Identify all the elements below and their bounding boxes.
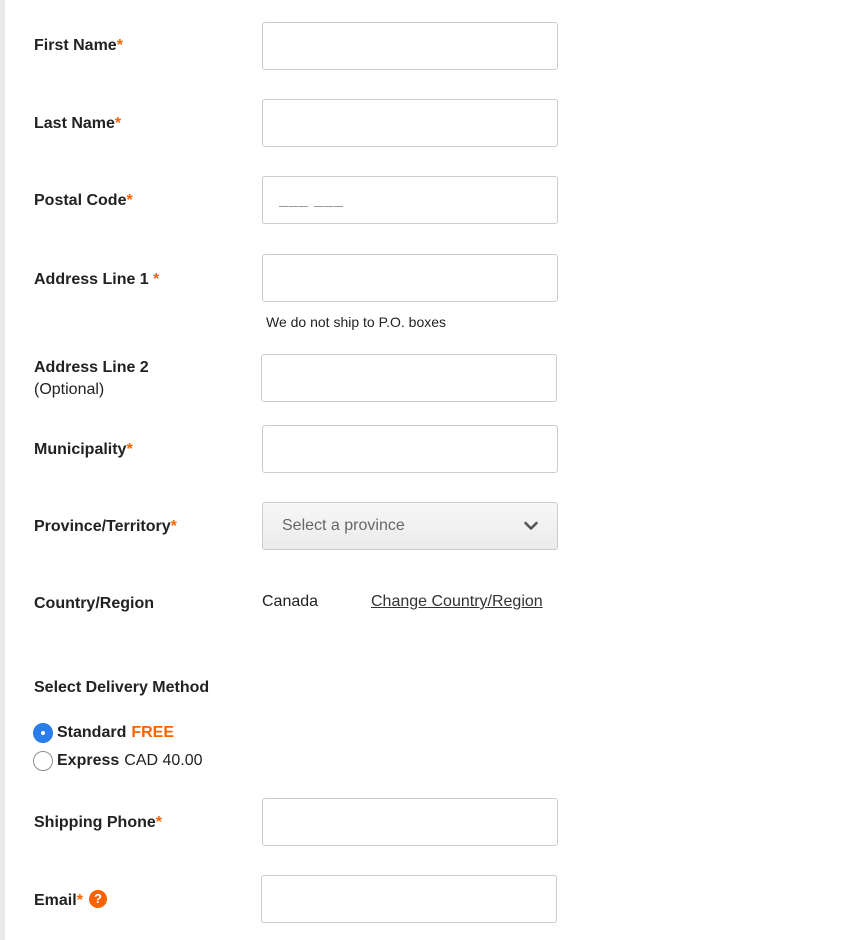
municipality-input[interactable] [262,425,558,473]
address-line-2-label: Address Line 2 (Optional) [34,359,149,398]
shipping-phone-label: Shipping Phone* [34,814,162,831]
municipality-label: Municipality* [34,441,133,458]
option-price: FREE [131,724,175,741]
address-line-1-label: Address Line 1 * [34,271,160,288]
email-input[interactable] [261,875,557,923]
address-line-1-input[interactable] [262,254,558,302]
radio-unselected-icon[interactable] [33,751,53,771]
option-name: Standard [57,724,127,741]
shipping-phone-input[interactable] [262,798,558,846]
shipping-address-form: First Name* Last Name* Postal Code* Addr… [0,0,846,940]
option-price: CAD 40.00 [124,752,203,769]
province-label: Province/Territory* [34,518,177,535]
first-name-input[interactable] [262,22,558,70]
required-asterisk: * [153,271,160,288]
delivery-option-express[interactable]: Express CAD 40.00 [33,751,203,771]
delivery-option-standard[interactable]: Standard FREE [33,723,174,743]
help-icon[interactable]: ? [88,890,107,908]
radio-selected-icon[interactable] [33,723,53,743]
delivery-method-title: Select Delivery Method [34,679,210,696]
last-name-label: Last Name* [34,115,122,132]
country-label: Country/Region [34,595,154,612]
change-country-link[interactable]: Change Country/Region [371,592,543,612]
province-select-value: Select a province [282,517,405,534]
province-select[interactable]: Select a province [262,502,558,550]
email-label: Email*? [34,890,107,911]
chevron-down-icon [524,521,538,530]
option-name: Express [57,752,120,769]
required-asterisk: * [116,37,123,54]
required-asterisk: * [170,518,177,535]
address-line-2-input[interactable] [261,354,557,402]
required-asterisk: * [155,814,162,831]
po-box-notice: We do not ship to P.O. boxes [266,314,447,330]
required-asterisk: * [76,892,83,909]
postal-code-input[interactable] [262,176,558,224]
postal-code-label: Postal Code* [34,192,133,209]
required-asterisk: * [126,441,133,458]
required-asterisk: * [126,192,133,209]
last-name-input[interactable] [262,99,558,147]
required-asterisk: * [114,115,122,132]
optional-note: (Optional) [34,381,105,398]
first-name-label: First Name* [34,37,123,54]
country-value: Canada [262,593,319,610]
